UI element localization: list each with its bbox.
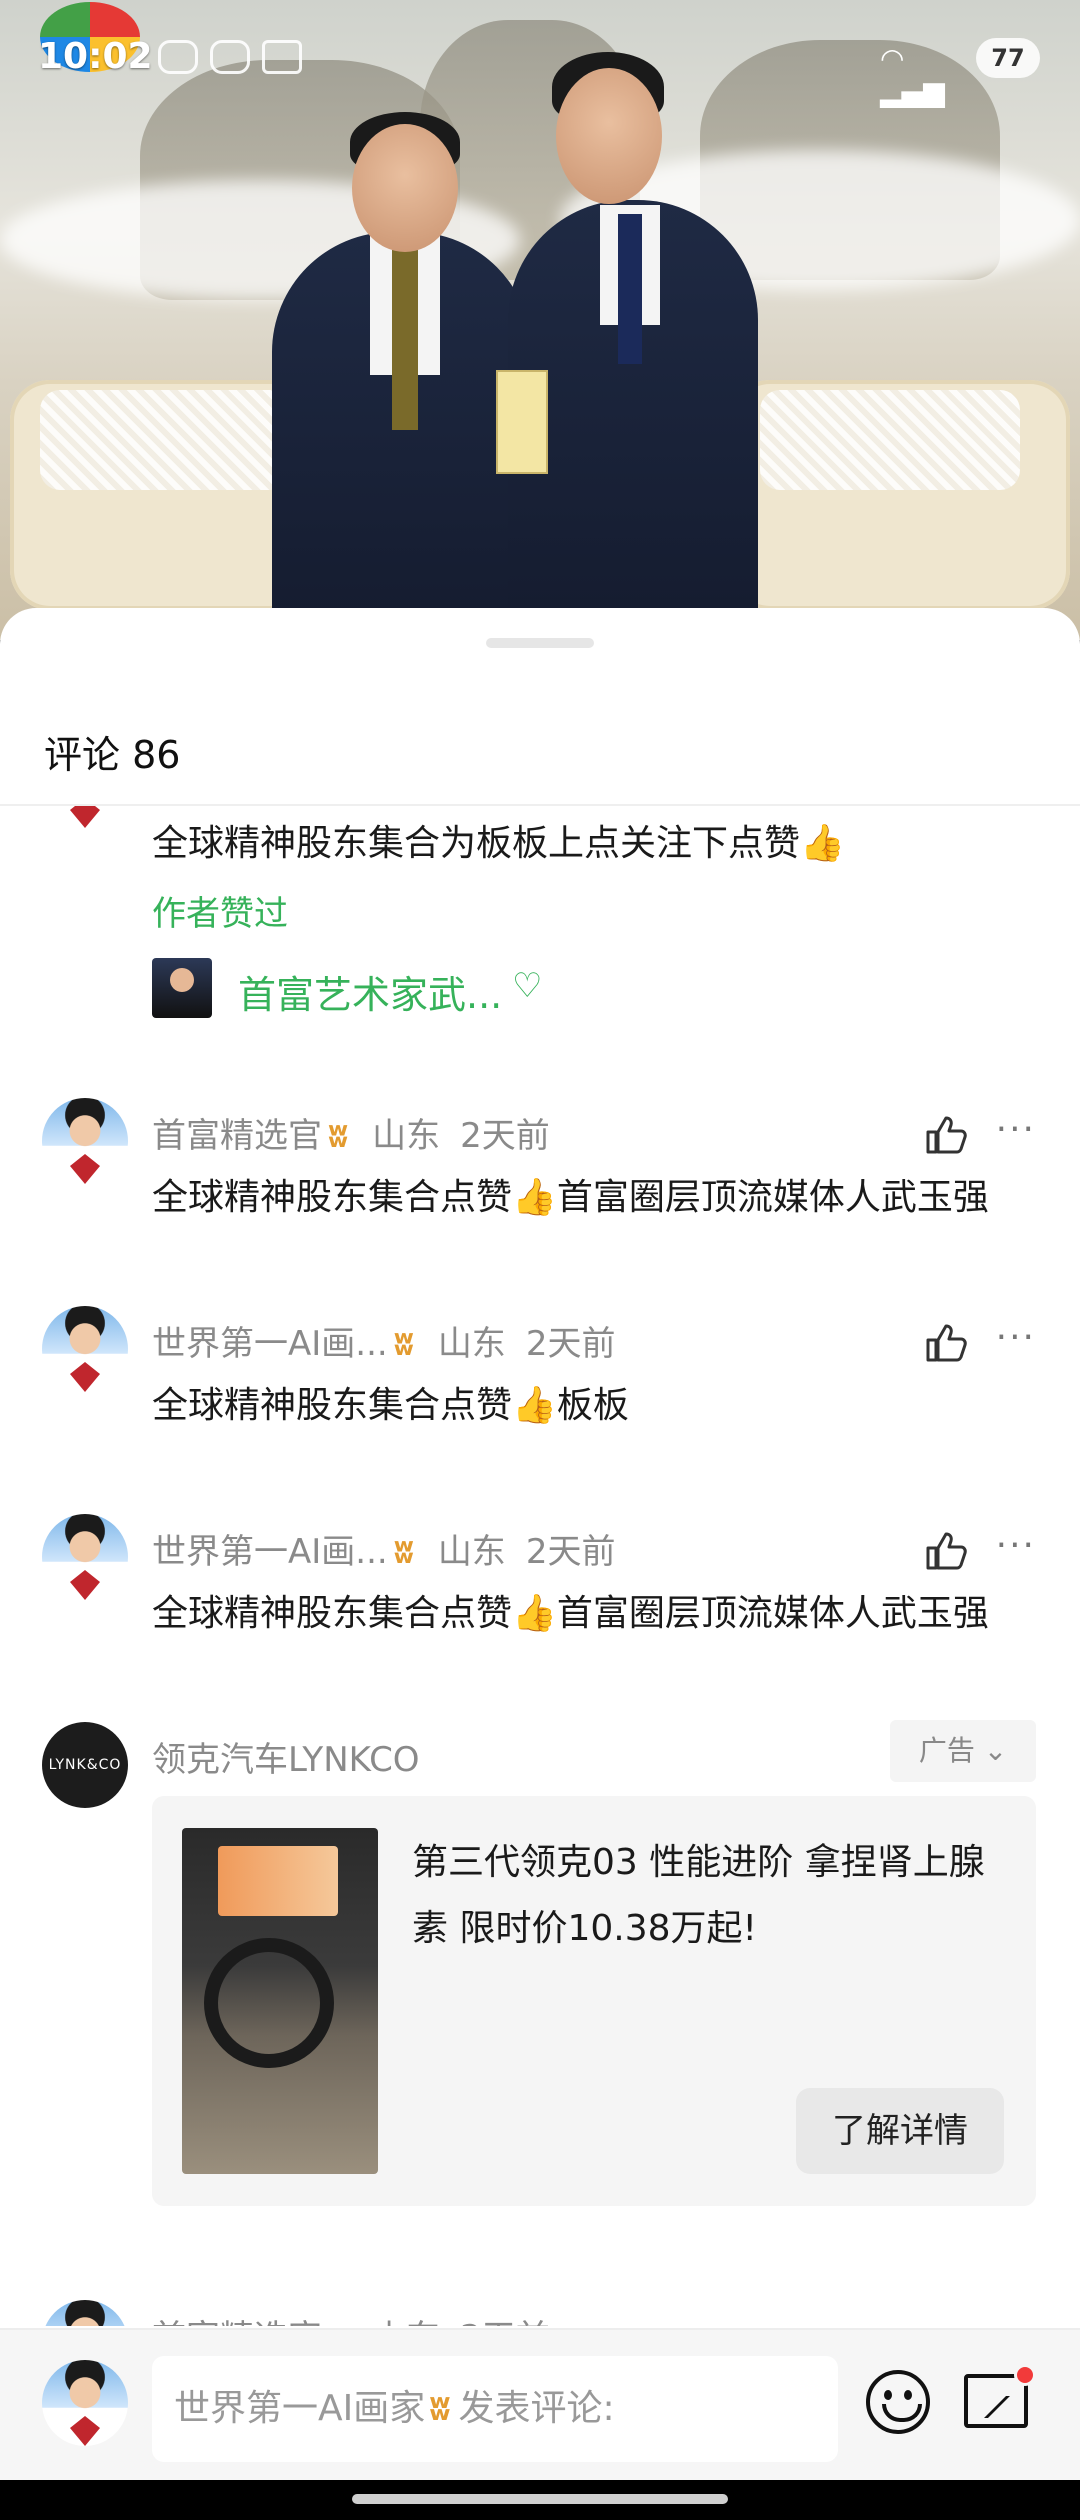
comment-meta: 首富精选官 ʬ 山东 2天前 — [152, 2310, 550, 2326]
signal-icon: ◠ ▂▄▆ — [880, 42, 945, 108]
my-avatar[interactable] — [42, 2360, 128, 2446]
input-placeholder-text: 发表评论: — [458, 2388, 615, 2429]
badge-icon: ʬ — [328, 2318, 348, 2326]
scan-icon — [262, 40, 302, 74]
commenter-name[interactable]: 世界第一AI画... — [152, 1532, 388, 1572]
comments-title: 评论 86 — [44, 733, 181, 777]
avatar[interactable] — [42, 1306, 128, 1392]
ad-headline: 第三代领克03 性能进阶 拿捏肾上腺素 限时价10.38万起! — [412, 1842, 985, 1949]
wechat-icon — [158, 40, 198, 74]
comments-sheet: 评论 86 全球精神股东集合为板板上点关注下点赞👍 作者赞过 首富艺术家武...… — [0, 608, 1080, 2520]
commenter-name[interactable]: 首富精选官 — [152, 2318, 322, 2326]
book — [496, 370, 548, 474]
heart-icon: ♡ — [512, 966, 543, 1006]
comment-text: 全球精神股东集合点赞👍首富圈层顶流媒体人武玉强 — [152, 1177, 989, 1218]
commenter-name[interactable]: 世界第一AI画... — [152, 1324, 388, 1364]
ad-image — [182, 1828, 378, 2174]
comment-location: 山东 — [437, 1324, 506, 1364]
comment-text: 全球精神股东集合点赞👍板板 — [152, 1385, 629, 1426]
comment-meta: 世界第一AI画... ʬ 山东 2天前 — [152, 1316, 615, 1365]
thumb-up-icon[interactable] — [924, 1322, 968, 1362]
article-photo[interactable]: 10:02 ◠ ▂▄▆ 77 — [0, 0, 1080, 640]
comment-location: 山东 — [372, 2318, 440, 2326]
thumb-up-icon[interactable] — [924, 1114, 968, 1154]
status-time: 10:02 — [38, 36, 153, 77]
avatar[interactable] — [42, 806, 128, 828]
ad-card[interactable]: 第三代领克03 性能进阶 拿捏肾上腺素 限时价10.38万起! 了解详情 — [152, 1796, 1036, 2206]
advertiser-logo: LYNK&CO — [42, 1722, 128, 1808]
comment-location: 山东 — [372, 1116, 441, 1156]
reply-avatar — [152, 958, 212, 1018]
comment-text: 全球精神股东集合点赞👍首富圈层顶流媒体人武玉强 — [152, 1593, 989, 1634]
more-dots-icon[interactable]: ··· — [996, 1528, 1036, 1564]
comment-list[interactable]: 全球精神股东集合为板板上点关注下点赞👍 作者赞过 首富艺术家武... ♡ 首富精… — [0, 806, 1080, 2326]
sheet-header: 评论 86 — [0, 688, 1080, 808]
more-dots-icon[interactable]: ··· — [996, 1112, 1036, 1148]
comment-time: 2天前 — [460, 2318, 550, 2326]
battery-indicator: 77 — [976, 38, 1040, 78]
notification-dot — [1014, 2364, 1036, 2386]
badge-icon: ʬ — [429, 2388, 451, 2429]
thumb-up-icon[interactable] — [924, 1530, 968, 1570]
comment-meta: 世界第一AI画... ʬ 山东 2天前 — [152, 1524, 615, 1573]
emoji-icon[interactable] — [866, 2370, 930, 2434]
more-dots-icon[interactable]: ··· — [996, 1320, 1036, 1356]
commenter-name[interactable]: 首富精选官 — [152, 1116, 322, 1156]
comment-time: 2天前 — [460, 1116, 550, 1156]
avatar[interactable] — [42, 2300, 128, 2326]
avatar[interactable] — [42, 1514, 128, 1600]
comment-time: 2天前 — [525, 1532, 616, 1572]
car-screen — [218, 1846, 338, 1916]
status-bar: 10:02 ◠ ▂▄▆ 77 — [0, 0, 1080, 120]
comment-input-bar: 世界第一AI画家 ʬ 发表评论: — [0, 2328, 1080, 2480]
avatar[interactable] — [42, 1098, 128, 1184]
steering-wheel — [204, 1938, 334, 2068]
badge-icon: ʬ — [393, 1324, 414, 1364]
sheet-drag-handle[interactable] — [486, 638, 594, 648]
learn-more-button[interactable]: 了解详情 — [796, 2088, 1004, 2174]
input-placeholder-user: 世界第一AI画家 — [174, 2388, 426, 2429]
comment-location: 山东 — [437, 1532, 506, 1572]
badge-icon: ʬ — [393, 1532, 414, 1572]
ad-badge[interactable]: 广告 ⌄ — [890, 1720, 1036, 1782]
wechat-icon — [210, 40, 250, 74]
comment-meta: 首富精选官ʬ 山东 2天前 — [152, 1108, 550, 1157]
author-liked-label: 作者赞过 — [152, 894, 288, 934]
system-nav-bar — [0, 2480, 1080, 2520]
comment-input[interactable]: 世界第一AI画家 ʬ 发表评论: — [152, 2356, 838, 2462]
advertiser-name[interactable]: 领克汽车LYNKCO — [152, 1732, 420, 1781]
comment-text: 全球精神股东集合为板板上点关注下点赞👍 — [152, 823, 845, 864]
reply-author-name: 首富艺术家武... — [238, 973, 503, 1017]
comment-time: 2天前 — [525, 1324, 616, 1364]
home-indicator[interactable] — [352, 2494, 728, 2504]
badge-icon: ʬ — [328, 1116, 349, 1156]
